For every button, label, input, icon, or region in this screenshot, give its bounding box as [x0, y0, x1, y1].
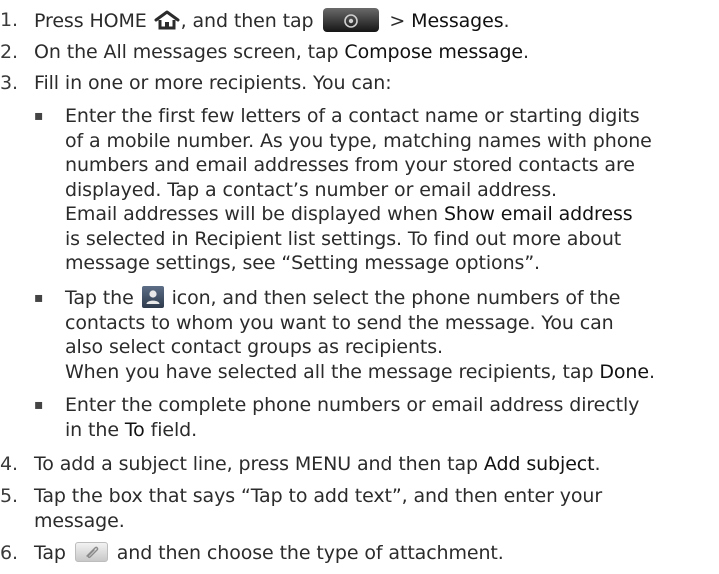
step-text: On the All messages screen, tap Compose …: [34, 41, 529, 63]
home-icon: [153, 10, 181, 30]
ui-label-to: To: [124, 418, 145, 441]
step-number: 4.: [0, 453, 18, 475]
ui-label-show-email-address: Show email address: [443, 203, 633, 225]
bullet-marker: ▪: [34, 397, 44, 413]
step-number: 5.: [0, 485, 18, 507]
step-number: 3.: [0, 72, 18, 94]
all-apps-icon: [323, 8, 380, 32]
attachment-icon: [74, 542, 108, 562]
bullet-text: Tap the icon, and then select the phone …: [65, 286, 655, 383]
bullet-marker: ▪: [34, 108, 44, 124]
step-text: To add a subject line, press MENU and th…: [34, 453, 601, 475]
ui-label-messages: Messages: [411, 10, 504, 32]
bullet-marker: ▪: [34, 290, 44, 306]
step-number: 2.: [0, 41, 18, 63]
step-number: 6.: [0, 542, 18, 564]
step-text: Tap and then choose the type of attachme…: [34, 542, 504, 564]
contact-icon: [141, 286, 164, 308]
step-text: Fill in one or more recipients. You can:: [34, 72, 392, 94]
ui-label-done: Done: [599, 360, 649, 383]
bullet-text: Enter the first few letters of a contact…: [65, 105, 652, 274]
step-text: Press HOME , and then tap > Messages.: [34, 8, 510, 32]
step-number: 1.: [0, 9, 18, 31]
instruction-page: 1. Press HOME , and then tap > Messages.…: [0, 0, 719, 574]
bullet-text: Enter the complete phone numbers or emai…: [65, 394, 640, 441]
step-text: Tap the box that says “Tap to add text”,…: [34, 485, 603, 532]
ui-label-compose-message: Compose message: [344, 41, 524, 63]
ui-label-add-subject: Add subject: [483, 453, 595, 475]
